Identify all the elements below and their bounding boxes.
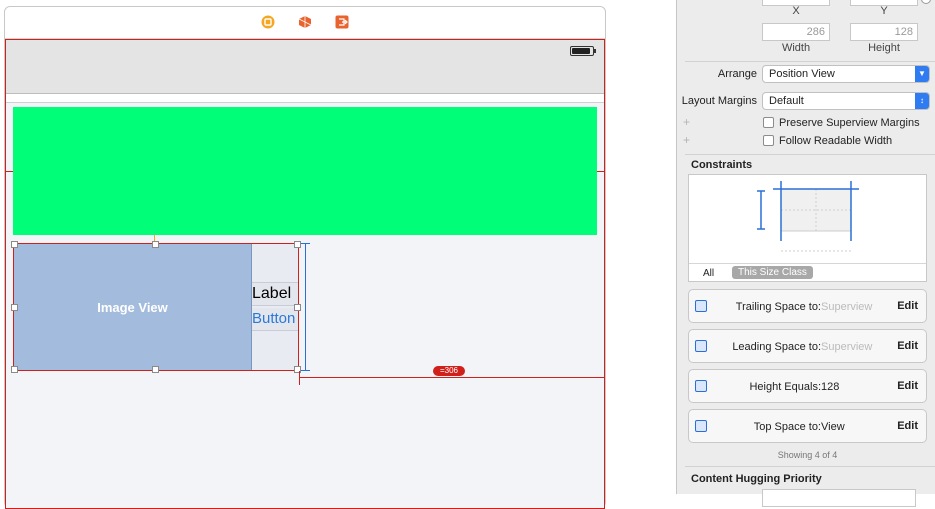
arrange-value: Position View	[769, 68, 835, 80]
edit-button[interactable]: Edit	[897, 300, 918, 312]
tab-this-size-class[interactable]: This Size Class	[732, 266, 813, 279]
size-inspector: X Y 286 128 Width Height Arrange Positio…	[676, 0, 935, 507]
resize-handle-right[interactable]	[294, 304, 301, 311]
height-constraint-cap-bottom	[301, 370, 310, 371]
constraint-label: Top Space to:	[753, 421, 821, 433]
trailing-space-cap-left	[299, 371, 300, 385]
constraint-item[interactable]: Trailing Space to: Superview Edit	[688, 289, 927, 323]
resize-handle-top[interactable]	[152, 241, 159, 248]
constraint-value: View	[821, 421, 845, 433]
x-caption: X	[792, 5, 800, 17]
constraint-item[interactable]: Top Space to: View Edit	[688, 409, 927, 443]
content-hugging-field[interactable]	[762, 489, 916, 507]
green-view[interactable]	[13, 107, 597, 235]
scene-dock	[5, 7, 605, 39]
battery-icon	[570, 46, 596, 56]
height-field[interactable]: 128	[850, 23, 918, 41]
label-button-stack[interactable]: Label Button	[252, 244, 298, 370]
follow-readable-width-label: Follow Readable Width	[779, 135, 893, 147]
preserve-superview-margins-checkbox[interactable]	[763, 117, 774, 128]
showing-count: Showing 4 of 4	[777, 450, 838, 460]
add-variation-icon[interactable]: +	[683, 133, 690, 147]
edit-button[interactable]: Edit	[897, 380, 918, 392]
green-leading-constraint[interactable]	[6, 171, 13, 172]
constraint-label: Leading Space to:	[732, 341, 821, 353]
button[interactable]: Button	[252, 308, 298, 331]
constraint-item[interactable]: Height Equals: 128 Edit	[688, 369, 927, 403]
constraint-item[interactable]: Leading Space to: Superview Edit	[688, 329, 927, 363]
divider	[689, 263, 926, 264]
height-constraint-cap-top	[301, 243, 310, 244]
y-caption: Y	[880, 5, 888, 17]
view-controller-icon[interactable]	[261, 15, 275, 29]
arrange-popup[interactable]: Position View ▼	[762, 65, 930, 83]
resize-handle-top-right[interactable]	[294, 241, 301, 248]
exit-icon[interactable]	[335, 15, 349, 29]
constraint-value: Superview	[821, 341, 873, 353]
layout-margins-value: Default	[769, 95, 804, 107]
constraint-value: 128	[821, 381, 840, 393]
constraints-diagram: All This Size Class	[688, 174, 927, 282]
constraint-label: Trailing Space to:	[735, 301, 821, 313]
width-caption: Width	[781, 42, 811, 54]
stack-view[interactable]: Image View Label Button	[11, 241, 301, 373]
resize-handle-bottom[interactable]	[152, 366, 159, 373]
arrange-label: Arrange	[717, 68, 757, 80]
resize-handle-top-left[interactable]	[11, 241, 18, 248]
content-hugging-section-title: Content Hugging Priority	[691, 473, 822, 485]
top-layout-guide	[6, 94, 604, 103]
up-down-arrows-icon: ↕	[915, 93, 929, 109]
edit-button[interactable]: Edit	[897, 420, 918, 432]
divider	[685, 466, 935, 467]
chevron-down-icon: ▼	[915, 66, 929, 82]
image-view[interactable]: Image View	[14, 244, 252, 370]
first-responder-icon[interactable]	[298, 15, 312, 29]
layout-margins-popup[interactable]: Default ↕	[762, 92, 930, 110]
trailing-space-constraint[interactable]	[299, 377, 604, 378]
divider	[685, 61, 935, 62]
follow-readable-width-checkbox[interactable]	[763, 135, 774, 146]
preserve-superview-margins-label: Preserve Superview Margins	[779, 117, 920, 129]
green-trailing-constraint[interactable]	[597, 171, 604, 172]
edit-button[interactable]: Edit	[897, 340, 918, 352]
scene: Image View Label Button	[4, 6, 606, 509]
constraint-label: Height Equals:	[749, 381, 821, 393]
layout-margins-label: Layout Margins	[681, 95, 757, 107]
view-controller-root-view[interactable]: Image View Label Button	[5, 39, 605, 509]
divider	[685, 154, 935, 155]
y-stepper-icon[interactable]	[921, 0, 931, 4]
tab-all[interactable]: All	[703, 268, 714, 279]
resize-handle-bottom-left[interactable]	[11, 366, 18, 373]
storyboard-canvas[interactable]: Image View Label Button =306	[0, 0, 676, 509]
constraint-diagram-figure	[757, 181, 859, 252]
width-field[interactable]: 286	[762, 23, 830, 41]
status-bar-area	[6, 40, 604, 94]
constraint-badge[interactable]: =306	[433, 366, 465, 376]
label[interactable]: Label	[252, 282, 298, 306]
height-constraint[interactable]	[305, 243, 306, 371]
constraint-value: Superview	[821, 301, 873, 313]
constraints-section-title: Constraints	[691, 159, 753, 171]
add-variation-icon[interactable]: +	[683, 115, 690, 129]
height-caption: Height	[868, 42, 900, 54]
image-view-label: Image View	[97, 299, 168, 315]
resize-handle-left[interactable]	[11, 304, 18, 311]
